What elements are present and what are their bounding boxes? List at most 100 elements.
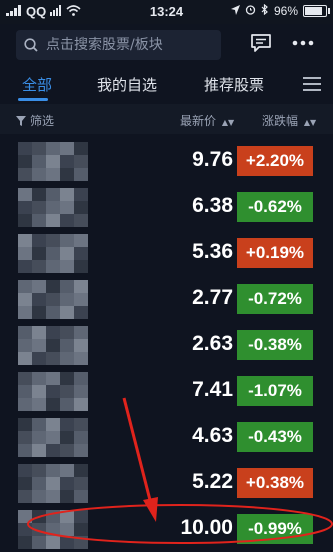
stock-row[interactable]: 9.76 +2.20% xyxy=(0,138,333,184)
filter-label: 筛选 xyxy=(30,114,55,128)
mosaic-block xyxy=(60,188,74,201)
pixelated-stock-name xyxy=(18,418,88,457)
tab-bar: 全部 我的自选 推荐股票 xyxy=(0,66,333,102)
filter-button[interactable]: 筛选 xyxy=(16,112,54,129)
mosaic-block xyxy=(32,201,46,214)
mosaic-block xyxy=(18,214,32,227)
mosaic-block xyxy=(18,188,32,201)
mosaic-block xyxy=(32,234,46,247)
mosaic-block xyxy=(60,247,74,260)
mosaic-block xyxy=(46,260,60,273)
change-badge[interactable]: -0.62% xyxy=(237,192,313,222)
mosaic-block xyxy=(74,464,88,477)
change-badge[interactable]: +2.20% xyxy=(237,146,313,176)
mosaic-block xyxy=(74,247,88,260)
mosaic-block xyxy=(32,293,46,306)
mosaic-block xyxy=(74,372,88,385)
mosaic-block xyxy=(18,418,32,431)
mosaic-block xyxy=(74,490,88,503)
mosaic-block xyxy=(32,306,46,319)
tab-my-watchlist[interactable]: 我的自选 xyxy=(97,74,157,95)
mosaic-block xyxy=(46,188,60,201)
pixelated-stock-name xyxy=(18,188,88,227)
mosaic-block xyxy=(74,188,88,201)
mosaic-block xyxy=(60,201,74,214)
mosaic-block xyxy=(18,326,32,339)
mosaic-block xyxy=(32,398,46,411)
mosaic-block xyxy=(74,352,88,365)
pixelated-stock-name xyxy=(18,326,88,365)
stock-price: 5.36 xyxy=(192,240,233,263)
status-bar: QQ 13:24 96% xyxy=(0,0,333,24)
mosaic-block xyxy=(74,306,88,319)
sort-arrows-icon: ▲▼ xyxy=(221,118,235,127)
active-tab-indicator xyxy=(18,98,48,101)
change-badge[interactable]: -0.72% xyxy=(237,284,313,314)
stock-row[interactable]: 7.41 -1.07% xyxy=(0,368,333,414)
pixelated-stock-name xyxy=(18,234,88,273)
change-badge[interactable]: +0.38% xyxy=(237,468,313,498)
stock-row[interactable]: 10.00 -0.99% xyxy=(0,506,333,552)
mosaic-block xyxy=(18,201,32,214)
mosaic-block xyxy=(60,326,74,339)
tab-recommended-stocks[interactable]: 推荐股票 xyxy=(204,74,264,95)
mosaic-block xyxy=(18,372,32,385)
mosaic-block xyxy=(74,214,88,227)
mosaic-block xyxy=(60,372,74,385)
alarm-icon xyxy=(245,4,256,18)
mosaic-block xyxy=(60,234,74,247)
sort-by-change[interactable]: 涨跌幅 ▲▼ xyxy=(262,112,316,129)
mosaic-block xyxy=(18,510,32,523)
stock-row[interactable]: 2.77 -0.72% xyxy=(0,276,333,322)
mosaic-block xyxy=(46,142,60,155)
stock-row[interactable]: 5.36 +0.19% xyxy=(0,230,333,276)
sort-by-price[interactable]: 最新价 ▲▼ xyxy=(180,112,234,129)
mosaic-block xyxy=(46,431,60,444)
mosaic-block xyxy=(18,477,32,490)
mosaic-block xyxy=(74,418,88,431)
mosaic-block xyxy=(60,385,74,398)
mosaic-block xyxy=(60,477,74,490)
tab-menu-icon[interactable] xyxy=(303,77,321,96)
mosaic-block xyxy=(18,464,32,477)
mosaic-block xyxy=(32,444,46,457)
change-badge[interactable]: -0.99% xyxy=(237,514,313,544)
mosaic-block xyxy=(32,260,46,273)
mosaic-block xyxy=(60,490,74,503)
mosaic-block xyxy=(46,168,60,181)
more-options-icon[interactable] xyxy=(292,33,314,59)
mosaic-block xyxy=(18,247,32,260)
change-badge[interactable]: -0.43% xyxy=(237,422,313,452)
mosaic-block xyxy=(46,490,60,503)
mosaic-block xyxy=(18,293,32,306)
list-header: 筛选 最新价 ▲▼ 涨跌幅 ▲▼ xyxy=(0,104,333,134)
search-box[interactable] xyxy=(16,30,221,60)
mosaic-block xyxy=(46,352,60,365)
search-input[interactable] xyxy=(44,36,218,54)
stock-row[interactable]: 2.63 -0.38% xyxy=(0,322,333,368)
mosaic-block xyxy=(18,155,32,168)
change-badge[interactable]: -1.07% xyxy=(237,376,313,406)
stock-row[interactable]: 5.22 +0.38% xyxy=(0,460,333,506)
mosaic-block xyxy=(32,247,46,260)
mosaic-block xyxy=(74,444,88,457)
mosaic-block xyxy=(32,352,46,365)
mosaic-block xyxy=(60,464,74,477)
stock-row[interactable]: 4.63 -0.43% xyxy=(0,414,333,460)
mosaic-block xyxy=(74,155,88,168)
stock-row[interactable]: 6.38 -0.62% xyxy=(0,184,333,230)
mosaic-block xyxy=(46,418,60,431)
mosaic-block xyxy=(74,510,88,523)
mosaic-block xyxy=(18,398,32,411)
change-badge[interactable]: +0.19% xyxy=(237,238,313,268)
change-badge[interactable]: -0.38% xyxy=(237,330,313,360)
mosaic-block xyxy=(60,536,74,549)
message-icon[interactable] xyxy=(250,33,272,58)
stock-price: 10.00 xyxy=(180,516,233,539)
mosaic-block xyxy=(74,477,88,490)
mosaic-block xyxy=(60,214,74,227)
tab-all[interactable]: 全部 xyxy=(22,74,52,95)
mosaic-block xyxy=(60,306,74,319)
pixelated-stock-name xyxy=(18,280,88,319)
mosaic-block xyxy=(32,280,46,293)
